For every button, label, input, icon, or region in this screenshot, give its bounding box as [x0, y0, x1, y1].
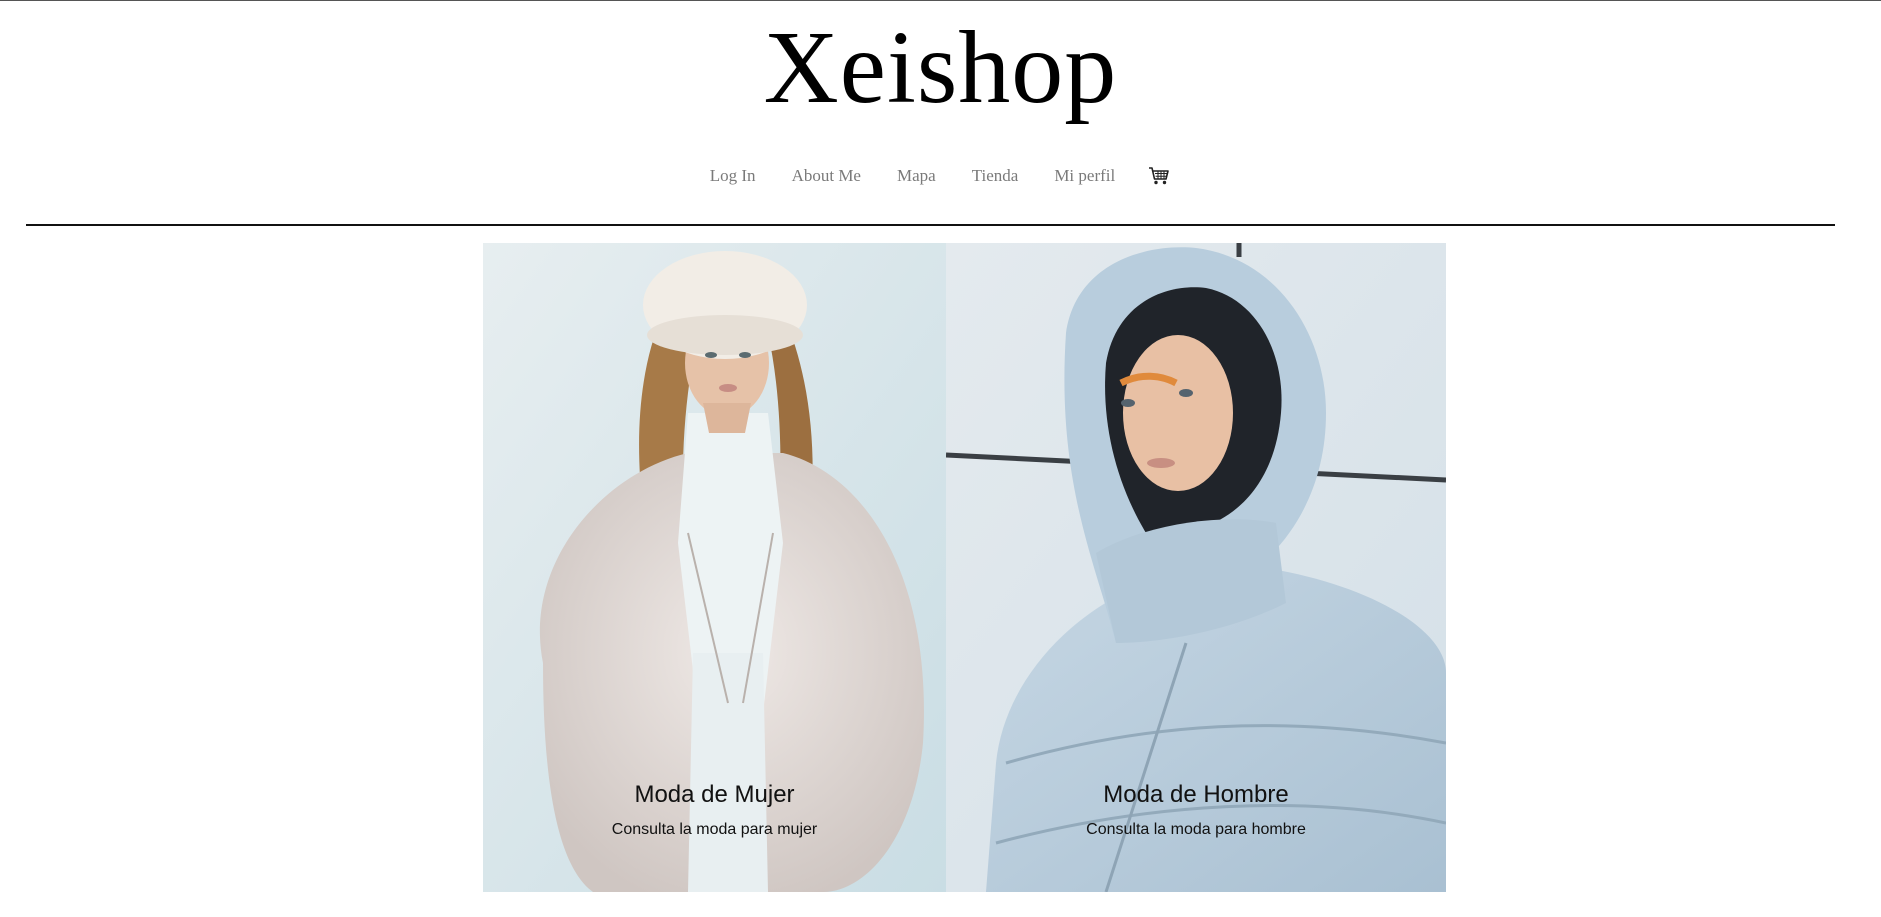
nav-about-me[interactable]: About Me [792, 164, 861, 188]
women-card-title[interactable]: Moda de Mujer [483, 780, 946, 810]
women-category-card[interactable]: Moda de Mujer Consulta la moda para muje… [483, 243, 946, 892]
men-card-caption: Moda de Hombre Consulta la moda para hom… [946, 780, 1446, 840]
women-card-caption: Moda de Mujer Consulta la moda para muje… [483, 780, 946, 840]
top-border [0, 0, 1881, 1]
men-card-subtitle: Consulta la moda para hombre [1086, 821, 1306, 838]
nav-tienda[interactable]: Tienda [972, 164, 1019, 188]
nav-mapa[interactable]: Mapa [897, 164, 936, 188]
main-nav: Log In About Me Mapa Tienda Mi perfil [0, 164, 1881, 188]
site-logo[interactable]: Xeishop [0, 8, 1881, 128]
shopping-cart-icon-glyph [1149, 167, 1170, 185]
women-card-subtitle: Consulta la moda para mujer [611, 821, 818, 838]
nav-log-in[interactable]: Log In [710, 164, 756, 188]
header-divider [26, 224, 1835, 226]
shopping-cart-icon[interactable] [1147, 164, 1171, 188]
category-gallery: Moda de Mujer Consulta la moda para muje… [483, 243, 1446, 892]
men-card-title[interactable]: Moda de Hombre [946, 780, 1446, 810]
nav-mi-perfil[interactable]: Mi perfil [1054, 164, 1115, 188]
men-category-card[interactable]: Moda de Hombre Consulta la moda para hom… [946, 243, 1446, 892]
